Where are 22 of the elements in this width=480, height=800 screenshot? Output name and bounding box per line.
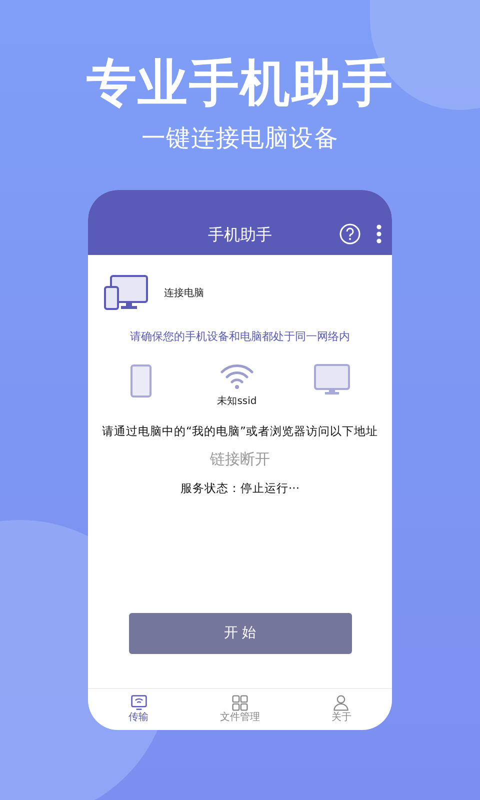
transfer-icon [130,694,148,712]
more-icon[interactable] [376,224,382,244]
service-status: 服务状态：停止运行··· [180,480,300,498]
phone-icon [130,364,152,398]
instruction-text: 请通过电脑中的“我的电脑”或者浏览器访问以下地址 [101,422,379,440]
start-button[interactable]: 开 始 [128,613,352,654]
person-icon [332,694,350,712]
grid-icon [230,694,249,712]
devices-icon [104,275,148,311]
nav-tab[interactable]: 传输 [88,689,190,730]
connect-label: 连接电脑 [164,286,204,300]
ssid-label: 未知ssid [217,394,257,408]
wifi-icon [218,362,255,390]
subheadline: 一键连接电脑设备 [142,126,338,150]
monitor-icon [314,364,350,396]
nav-tab[interactable]: 关于 [290,689,392,730]
network-hint: 请确保您的手机设备和电脑都处于同一网络内 [129,329,351,345]
headline: 专业手机助手 [86,58,394,108]
app-title: 手机助手 [208,224,272,246]
nav-tab[interactable]: 文件管理 [189,689,291,730]
link-status: 链接断开 [209,448,271,470]
help-icon[interactable] [339,223,361,245]
